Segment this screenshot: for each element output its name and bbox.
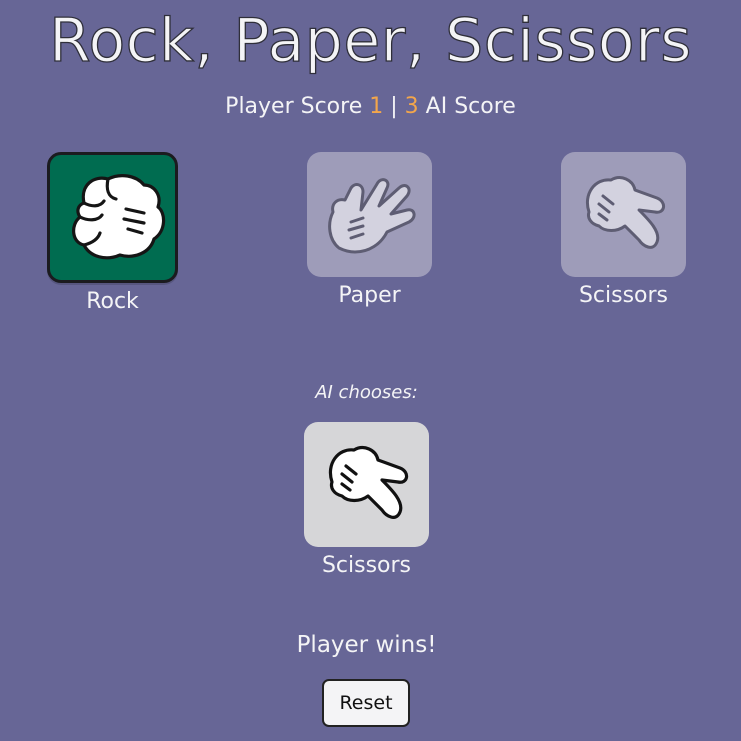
- reset-button[interactable]: Reset: [322, 679, 410, 727]
- scissors-hand-icon: [328, 446, 409, 519]
- ai-choice-label: Scissors: [321, 553, 412, 578]
- score-separator: |: [390, 94, 398, 119]
- scissors-choice-button[interactable]: [561, 152, 686, 277]
- player-score-value: 1: [369, 94, 384, 119]
- ai-score-label: AI Score: [425, 94, 516, 119]
- scissors-hand-icon: [586, 176, 665, 249]
- result-message: Player wins!: [296, 632, 437, 658]
- paper-choice-label: Paper: [338, 283, 401, 308]
- paper-hand-icon: [328, 178, 416, 254]
- player-score-label: Player Score: [225, 94, 363, 119]
- paper-choice-button[interactable]: [307, 152, 432, 277]
- ai-choice-card: [304, 422, 429, 547]
- scissors-choice-label: Scissors: [578, 283, 669, 308]
- rock-choice-label: Rock: [86, 289, 139, 314]
- ai-score-value: 3: [404, 94, 419, 119]
- rock-choice-button[interactable]: [47, 152, 178, 283]
- scoreboard: Player Score 1 | 3 AI Score: [0, 92, 741, 122]
- ai-chooses-text: AI chooses:: [315, 382, 418, 403]
- page-title: Rock, Paper, Scissors: [48, 5, 693, 76]
- rock-fist-icon: [72, 174, 166, 260]
